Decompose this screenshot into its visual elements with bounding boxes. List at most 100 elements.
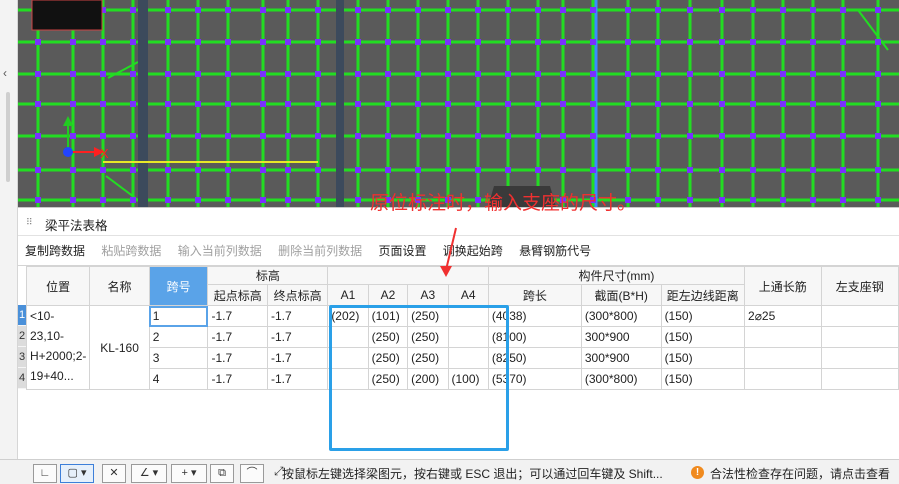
a3-cell[interactable]: (250): [407, 326, 449, 348]
span-number-cell[interactable]: 2: [148, 326, 209, 348]
span-number-cell[interactable]: 4: [148, 368, 209, 390]
grid-node: [445, 39, 451, 45]
header-elevation[interactable]: 标高: [207, 266, 329, 285]
cross-tool-icon[interactable]: ✕: [102, 464, 126, 483]
header-top-through-rebar[interactable]: 上通长筋: [744, 266, 822, 306]
left-edge-distance-cell[interactable]: (150): [660, 326, 746, 348]
end-elevation-cell[interactable]: -1.7: [266, 326, 329, 348]
a1-cell[interactable]: [327, 326, 369, 348]
header-left-support-rebar[interactable]: 左支座钢: [820, 266, 899, 306]
header-section[interactable]: 截面(B*H): [580, 284, 662, 306]
header-left-edge-distance[interactable]: 距左边线距离: [660, 284, 746, 306]
end-elevation-cell[interactable]: -1.7: [266, 347, 329, 369]
table-row[interactable]: 2 -1.7 -1.7 (250) (250) (8100) 300*900 (150): [27, 326, 899, 348]
header-span-length[interactable]: 跨长: [487, 284, 582, 306]
grid-node: [415, 167, 421, 173]
header-start-elevation[interactable]: 起点标高: [207, 284, 268, 306]
end-elevation-cell[interactable]: -1.7: [266, 305, 329, 327]
a4-cell[interactable]: (100): [447, 368, 489, 390]
name-cell[interactable]: KL-160: [89, 305, 150, 390]
header-position[interactable]: 位置: [25, 266, 91, 306]
a4-cell[interactable]: [447, 347, 489, 369]
swap-start-span-button[interactable]: 调换起始跨: [443, 242, 503, 259]
header-a4[interactable]: A4: [447, 284, 489, 306]
position-cell[interactable]: <10-23,10-H+2000;2-19+40...: [25, 305, 91, 390]
start-elevation-cell[interactable]: -1.7: [207, 305, 268, 327]
page-setup-button[interactable]: 页面设置: [378, 242, 426, 259]
grid-node: [285, 133, 291, 139]
panel-grip-icon[interactable]: ⠿: [26, 217, 36, 227]
validity-warning-link[interactable]: 合法性检查存在问题，请点击查看: [710, 465, 890, 482]
span-length-cell[interactable]: (8250): [487, 347, 582, 369]
top-through-rebar-cell[interactable]: [744, 347, 822, 369]
a2-cell[interactable]: (250): [367, 347, 409, 369]
collapse-chevron-icon[interactable]: ‹: [3, 66, 7, 80]
header-name[interactable]: 名称: [89, 266, 150, 306]
a4-cell[interactable]: [447, 326, 489, 348]
a2-cell[interactable]: (250): [367, 326, 409, 348]
cantilever-rebar-code-button[interactable]: 悬臂钢筋代号: [519, 242, 591, 259]
a1-cell[interactable]: [327, 347, 369, 369]
header-a3[interactable]: A3: [407, 284, 449, 306]
left-edge-distance-cell[interactable]: (150): [660, 347, 746, 369]
left-support-rebar-cell[interactable]: [820, 368, 899, 390]
left-support-rebar-cell[interactable]: [820, 305, 899, 327]
grid-node: [315, 101, 321, 107]
grid-node: [535, 167, 541, 173]
a2-cell[interactable]: (250): [367, 368, 409, 390]
left-edge-distance-cell[interactable]: (150): [660, 368, 746, 390]
header-a2[interactable]: A2: [367, 284, 409, 306]
warning-icon[interactable]: !: [691, 466, 704, 479]
angle-tool-icon[interactable]: ∠ ▾: [131, 464, 167, 483]
row-number[interactable]: 1: [18, 305, 26, 326]
a3-cell[interactable]: (250): [407, 347, 449, 369]
beam-table-panel: ⠿ 梁平法表格 复制跨数据 粘贴跨数据 输入当前列数据 删除当前列数据 页面设置…: [18, 207, 899, 459]
table-row[interactable]: 4 -1.7 -1.7 (250) (200) (100) (5370) (300*800)(…: [27, 368, 899, 390]
rect-tool-icon[interactable]: ▢ ▾: [60, 464, 94, 483]
table-row[interactable]: <10-23,10-H+2000;2-19+40... KL-160 1 -1.7 -1…: [25, 305, 899, 390]
a2-cell[interactable]: (101): [367, 305, 409, 327]
a1-cell[interactable]: [327, 368, 369, 390]
side-scrollbar[interactable]: [6, 92, 10, 182]
row-number[interactable]: 4: [18, 368, 26, 389]
header-span-no[interactable]: 跨号: [148, 266, 209, 306]
end-elevation-cell[interactable]: -1.7: [266, 368, 329, 390]
span-number-cell[interactable]: 3: [148, 347, 209, 369]
top-through-rebar-cell[interactable]: [744, 326, 822, 348]
left-edge-distance-cell[interactable]: (150): [660, 305, 746, 327]
a1-cell[interactable]: (202): [327, 305, 369, 327]
section-cell[interactable]: 300*900: [580, 326, 662, 348]
line-tool-icon[interactable]: ∟: [33, 464, 57, 483]
header-member-size[interactable]: 构件尺寸(mm): [487, 266, 746, 285]
section-cell[interactable]: (300*800): [580, 305, 662, 327]
start-elevation-cell[interactable]: -1.7: [207, 368, 268, 390]
top-through-rebar-cell[interactable]: 2⌀25: [744, 305, 822, 327]
header-end-elevation[interactable]: 终点标高: [266, 284, 329, 306]
left-support-rebar-cell[interactable]: [820, 326, 899, 348]
a3-cell[interactable]: (250): [407, 305, 449, 327]
span-length-cell[interactable]: (4038): [487, 305, 582, 327]
span-length-cell[interactable]: (5370): [487, 368, 582, 390]
start-elevation-cell[interactable]: -1.7: [207, 347, 268, 369]
header-a1[interactable]: A1: [327, 284, 369, 306]
grid-node: [315, 133, 321, 139]
start-elevation-cell[interactable]: -1.7: [207, 326, 268, 348]
copy-span-data-button[interactable]: 复制跨数据: [25, 242, 85, 259]
a3-cell[interactable]: (200): [407, 368, 449, 390]
drawing-viewport[interactable]: X: [18, 0, 899, 207]
section-cell[interactable]: (300*800): [580, 368, 662, 390]
row-number[interactable]: 3: [18, 347, 26, 368]
copy-tool-icon[interactable]: ⧉: [210, 464, 234, 483]
drawing-canvas[interactable]: X: [18, 0, 899, 207]
span-length-cell[interactable]: (8100): [487, 326, 582, 348]
arc-tool-icon[interactable]: ⌒: [240, 464, 264, 483]
insert-tool-icon[interactable]: + ▾: [171, 464, 207, 483]
a4-cell[interactable]: [447, 305, 489, 327]
span-number-cell[interactable]: 1: [148, 305, 209, 327]
section-cell[interactable]: 300*900: [580, 347, 662, 369]
grid-node: [165, 167, 171, 173]
row-number[interactable]: 2: [18, 326, 26, 347]
table-row[interactable]: 3 -1.7 -1.7 (250) (250) (8250) 300*900 (150): [27, 347, 899, 369]
top-through-rebar-cell[interactable]: [744, 368, 822, 390]
left-support-rebar-cell[interactable]: [820, 347, 899, 369]
